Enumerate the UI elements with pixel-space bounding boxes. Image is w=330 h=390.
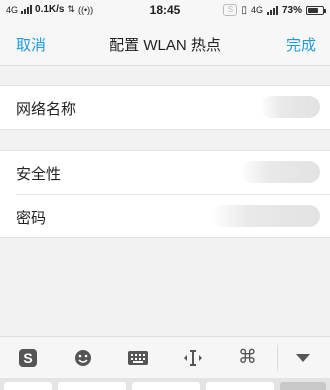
network-type-right: 4G xyxy=(250,5,263,15)
emoji-icon[interactable] xyxy=(68,343,98,373)
keyboard-toolbar: S ⌘ xyxy=(0,336,330,378)
sogou-logo-icon[interactable]: S xyxy=(13,343,43,373)
battery-fill xyxy=(308,7,318,13)
emoji-svg xyxy=(74,349,91,366)
keyboard-keys xyxy=(0,378,330,390)
sogou-logo-svg: S xyxy=(18,348,37,367)
collapse-svg xyxy=(295,353,310,362)
keyboard-key[interactable] xyxy=(206,382,274,390)
security-label: 安全性 xyxy=(16,166,62,183)
vibrate-icon: ▯ xyxy=(241,4,247,16)
sogou-status-icon: S xyxy=(223,4,238,16)
wlan-hotspot-config-screen: 4G 0.1K/s ⇅ ((•)) 18:45 S ▯ 4G 73% 取消 配置… xyxy=(0,0,330,390)
toolbar-divider xyxy=(277,345,278,371)
done-button[interactable]: 完成 xyxy=(286,34,316,55)
cursor-move-icon[interactable] xyxy=(178,343,208,373)
keyboard-icon[interactable] xyxy=(123,343,153,373)
battery-icon xyxy=(306,5,326,15)
password-label: 密码 xyxy=(16,210,47,227)
cursor-move-svg xyxy=(183,349,202,366)
keyboard-key[interactable] xyxy=(4,382,52,390)
network-name-field[interactable] xyxy=(260,96,320,118)
keyboard-key[interactable] xyxy=(280,382,326,390)
network-name-group: 网络名称 xyxy=(0,85,330,130)
network-name-row[interactable]: 网络名称 xyxy=(0,86,330,129)
password-row[interactable]: 密码 xyxy=(16,194,330,237)
security-row[interactable]: 安全性 xyxy=(0,151,330,194)
command-icon[interactable]: ⌘ xyxy=(233,343,263,373)
status-bar: 4G 0.1K/s ⇅ ((•)) 18:45 S ▯ 4G 73% xyxy=(0,0,330,22)
battery-percent: 73% xyxy=(281,4,302,16)
keyboard-key[interactable] xyxy=(58,382,126,390)
page-title: 配置 WLAN 热点 xyxy=(109,37,221,54)
collapse-icon[interactable] xyxy=(288,343,318,373)
nav-bar: 取消 配置 WLAN 热点 完成 xyxy=(0,22,330,66)
keyboard-svg xyxy=(127,350,148,365)
signal-icon-right xyxy=(266,5,278,15)
svg-text:S: S xyxy=(23,350,32,366)
network-name-label: 网络名称 xyxy=(16,101,77,118)
security-group: 安全性 密码 xyxy=(0,150,330,238)
security-field[interactable] xyxy=(240,161,320,183)
keyboard-key[interactable] xyxy=(132,382,200,390)
password-field[interactable] xyxy=(210,205,320,227)
status-right: S ▯ 4G 73% xyxy=(223,4,326,16)
